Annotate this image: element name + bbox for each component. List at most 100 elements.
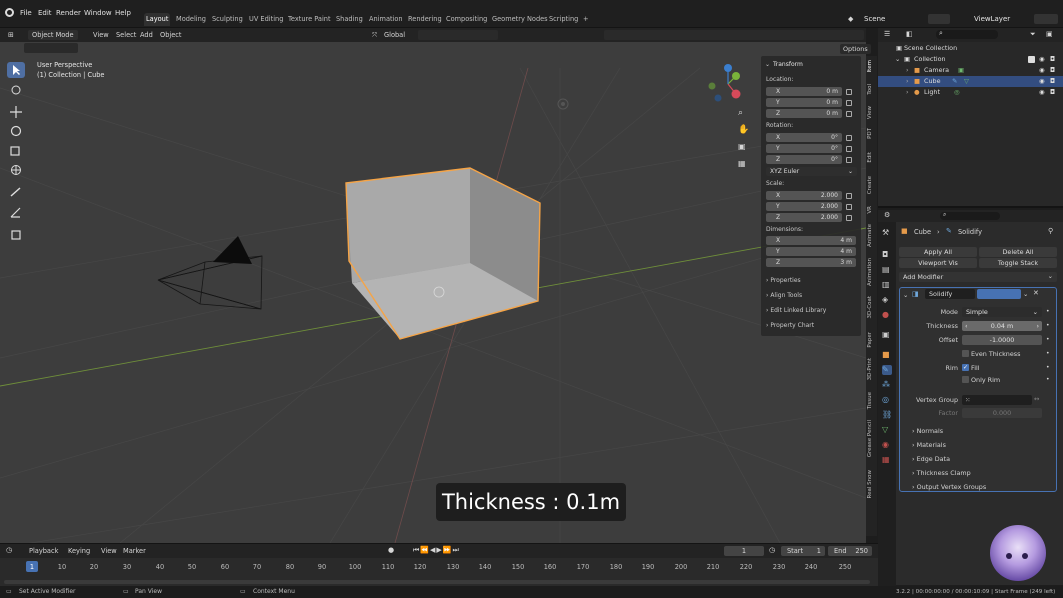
apply-all-button[interactable]: Apply All <box>899 247 977 257</box>
lock-icon[interactable] <box>846 215 852 221</box>
render-tab-icon[interactable]: ◘ <box>882 250 892 260</box>
light-object-icon[interactable] <box>553 94 573 114</box>
tab-3d-coat[interactable]: 3D-Coat <box>867 296 876 318</box>
tab-uv-editing[interactable]: UV Editing <box>247 13 285 26</box>
menu-select[interactable]: Select <box>116 31 136 39</box>
invert-arrow-icon[interactable]: ↔ <box>1034 395 1039 403</box>
keyframe-dot-icon[interactable]: • <box>1046 364 1050 371</box>
view-layer-buttons[interactable] <box>1034 14 1058 24</box>
tab-edit[interactable]: Edit <box>867 152 876 163</box>
editor-type-icon[interactable]: ⚙ <box>884 211 890 219</box>
add-modifier-dropdown[interactable]: Add Modifier ⌄ <box>899 272 1057 282</box>
tool-tab-icon[interactable]: ⚒ <box>882 228 892 238</box>
outliner-row-collection[interactable]: ⌄ ▣ Collection ◉ ◘ <box>878 54 1063 65</box>
snap-proportional-buttons[interactable] <box>418 30 498 40</box>
transform-title[interactable]: Transform <box>773 61 803 68</box>
subpanel-edge-data[interactable]: › Edge Data <box>912 455 950 463</box>
world-tab-icon[interactable]: ● <box>882 310 892 320</box>
lock-icon[interactable] <box>846 193 852 199</box>
scale-z-field[interactable]: Z 2.000 <box>766 213 842 222</box>
playback-controls-icon[interactable]: ⏮⏪◀▶⏩⏭ <box>413 546 460 555</box>
rotation-z-field[interactable]: Z 0° <box>766 155 842 164</box>
menu-help[interactable]: Help <box>115 9 131 17</box>
lock-icon[interactable] <box>846 204 852 210</box>
record-icon[interactable]: ● <box>388 546 394 554</box>
dimension-z-field[interactable]: Z3 m <box>766 258 856 267</box>
scale-x-field[interactable]: X 2.000 <box>766 191 842 200</box>
lock-icon[interactable] <box>846 146 852 152</box>
object-tab-icon[interactable]: ■ <box>882 350 892 360</box>
editor-type-icon[interactable]: ◷ <box>6 546 12 554</box>
lock-icon[interactable] <box>846 111 852 117</box>
editor-type-icon[interactable]: ⊞ <box>8 31 14 39</box>
texture-tab-icon[interactable]: ▦ <box>882 455 892 465</box>
navigation-gizmo[interactable] <box>706 62 750 106</box>
add-cube-tool-icon[interactable] <box>7 226 25 242</box>
only-rim-checkbox[interactable] <box>962 376 969 383</box>
scale-tool-icon[interactable] <box>7 143 25 159</box>
pin-icon[interactable]: ⚲ <box>1048 227 1053 235</box>
even-thickness-checkbox[interactable] <box>962 350 969 357</box>
rotate-tool-icon[interactable] <box>7 123 25 139</box>
tab-3d-print[interactable]: 3D-Print <box>867 358 876 380</box>
menu-view[interactable]: View <box>93 31 109 39</box>
tab-animate[interactable]: Animate <box>867 224 876 247</box>
pan-hand-icon[interactable]: ✋ <box>738 125 749 135</box>
rotation-y-field[interactable]: Y 0° <box>766 144 842 153</box>
scene-buttons[interactable] <box>928 14 950 24</box>
modifier-name-input[interactable]: Solidify <box>925 289 975 299</box>
toggle-stack-button[interactable]: Toggle Stack <box>979 258 1057 268</box>
physics-tab-icon[interactable]: ◎ <box>882 395 892 405</box>
selection-mode-buttons[interactable] <box>24 43 78 53</box>
tab-real-snow[interactable]: Real Snow <box>867 470 876 498</box>
clock-icon[interactable]: ◷ <box>769 546 775 554</box>
vertex-group-field[interactable]: ⁙ <box>962 395 1032 405</box>
section-property-chart[interactable]: › Property Chart <box>766 322 814 329</box>
annotate-tool-icon[interactable] <box>7 184 25 200</box>
tab-create[interactable]: Create <box>867 176 876 194</box>
properties-search-input[interactable]: ⌕ <box>940 211 1000 220</box>
view-layer-name[interactable]: ViewLayer <box>974 15 1010 23</box>
cursor-tool-icon[interactable] <box>7 82 25 98</box>
chevron-down-icon[interactable]: ⌄ <box>903 291 908 299</box>
blender-logo-icon[interactable] <box>5 8 14 17</box>
menu-file[interactable]: File <box>20 9 32 17</box>
section-properties[interactable]: › Properties <box>766 277 801 284</box>
outliner-row-cube[interactable]: › ■ Cube ✎ ▽ ◉ ◘ <box>878 76 1063 87</box>
timeline-ruler[interactable]: 1 10 20 30 40 50 60 70 80 90 100 110 120… <box>0 558 878 588</box>
factor-field[interactable]: 0.000 <box>962 408 1042 418</box>
scale-y-field[interactable]: Y 2.000 <box>766 202 842 211</box>
start-frame-field[interactable]: Start 1 <box>781 546 825 556</box>
rotation-x-field[interactable]: X 0° <box>766 133 842 142</box>
tab-vr[interactable]: VR <box>867 206 876 214</box>
keyframe-dot-icon[interactable]: • <box>1046 350 1050 357</box>
tab-layout[interactable]: Layout <box>144 13 171 26</box>
offset-field[interactable]: -1.0000 <box>962 335 1042 345</box>
tab-rendering[interactable]: Rendering <box>406 13 444 26</box>
mode-dropdown[interactable]: Simple ⌄ <box>962 307 1042 317</box>
modifier-visibility-toggles[interactable] <box>977 289 1021 299</box>
keyframe-dot-icon[interactable]: • <box>1046 376 1050 383</box>
tab-compositing[interactable]: Compositing <box>444 13 489 26</box>
scene-tab-icon[interactable]: ◈ <box>882 295 892 305</box>
collection-tab-icon[interactable]: ▣ <box>882 330 892 340</box>
chevron-down-icon[interactable]: ⌄ <box>1023 290 1028 298</box>
subpanel-output-vertex-groups[interactable]: › Output Vertex Groups <box>912 483 986 491</box>
mode-dropdown[interactable]: Object Mode <box>28 30 78 40</box>
subpanel-materials[interactable]: › Materials <box>912 441 946 449</box>
tab-modeling[interactable]: Modeling <box>174 13 208 26</box>
select-box-tool-icon[interactable] <box>7 62 25 78</box>
section-align-tools[interactable]: › Align Tools <box>766 292 802 299</box>
location-x-field[interactable]: X0 m <box>766 87 842 96</box>
tab-animation[interactable]: Animation <box>867 258 876 286</box>
keyframe-dot-icon[interactable]: • <box>1046 322 1050 329</box>
transform-tool-icon[interactable] <box>7 162 25 178</box>
lock-icon[interactable] <box>846 100 852 106</box>
perspective-toggle-icon[interactable]: ▦ <box>738 159 746 168</box>
keyframe-dot-icon[interactable]: • <box>1046 308 1050 315</box>
3d-viewport[interactable]: ⌕ ✋ ▣ ▦ <box>0 28 866 543</box>
lock-icon[interactable] <box>846 157 852 163</box>
display-mode-icon[interactable]: ◧ <box>906 30 913 38</box>
outliner-row-camera[interactable]: › ■ Camera ▣ ◉ ◘ <box>878 65 1063 76</box>
tab-scripting[interactable]: Scripting <box>547 13 580 26</box>
